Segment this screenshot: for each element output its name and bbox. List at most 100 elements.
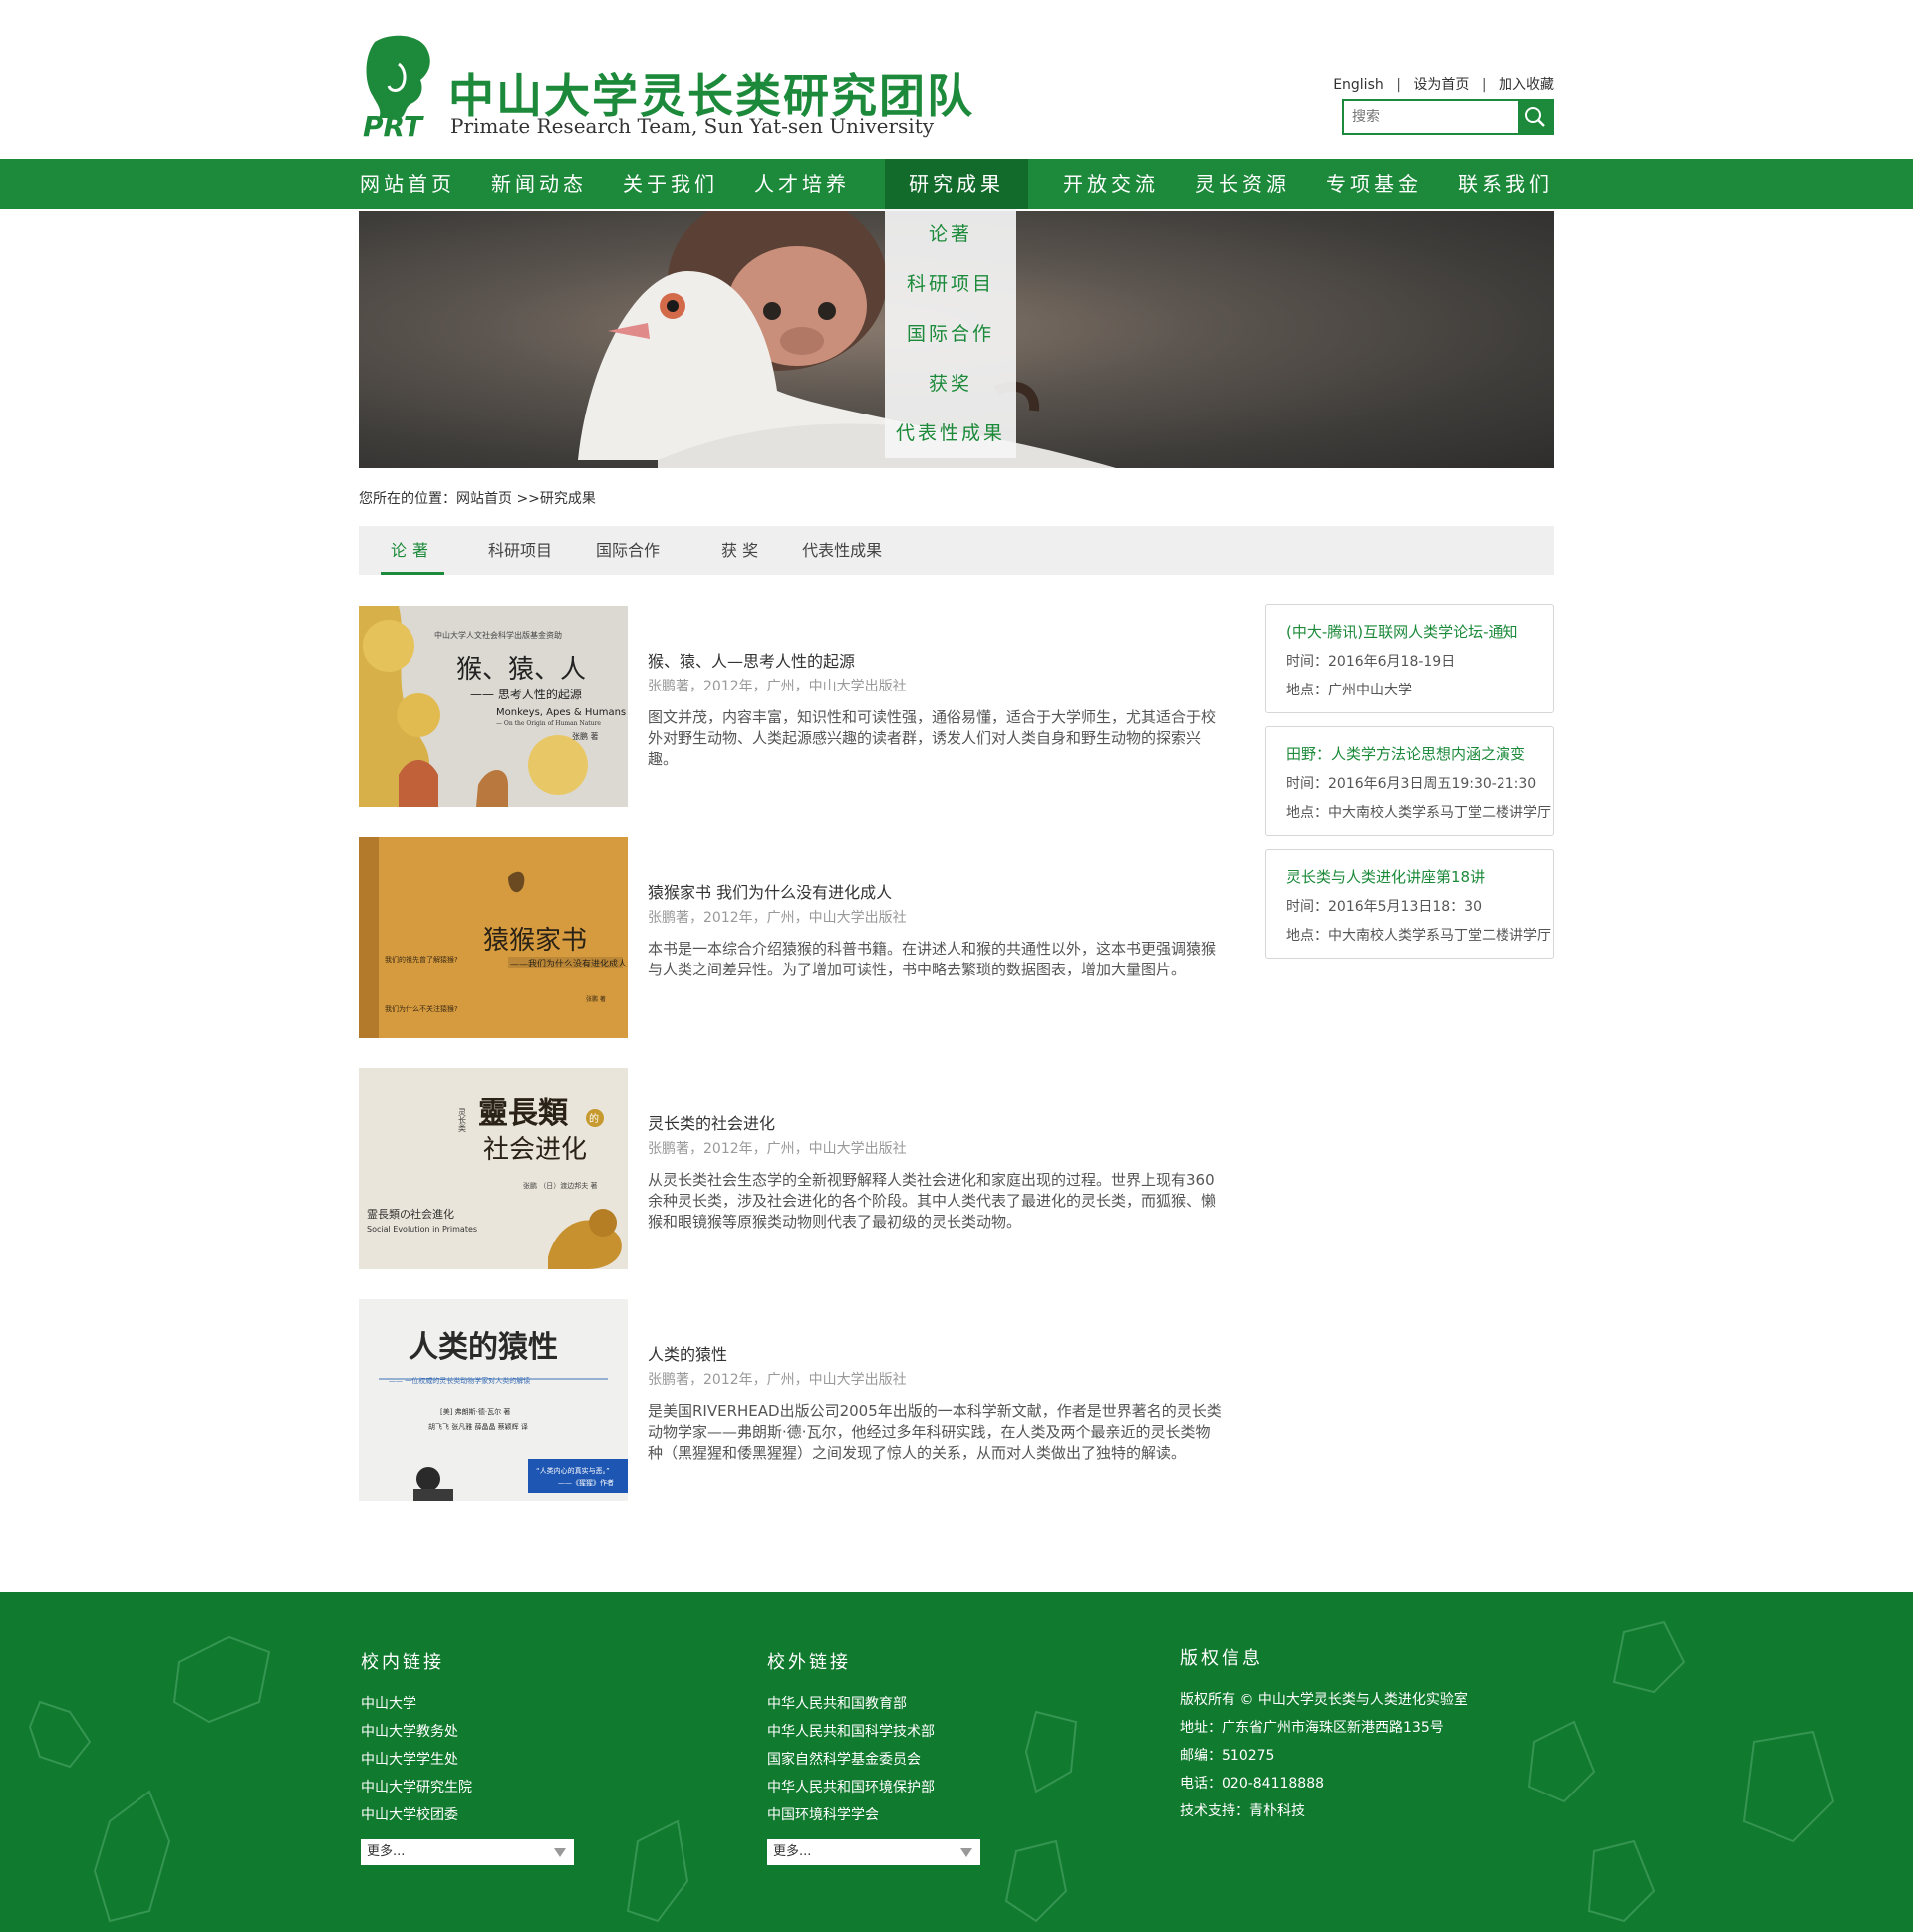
postcode-line: 邮编：510275 — [1180, 1748, 1275, 1764]
footer-link[interactable]: 中山大学教务处 — [361, 1718, 574, 1746]
events-sidebar: (中大-腾讯)互联网人类学论坛-通知 时间：2016年6月18-19日 地点：广… — [1265, 604, 1554, 1530]
cover-text: Monkeys, Apes & Humans — [496, 707, 626, 718]
book-meta: 张鹏著，2012年，广州，中山大学出版社 — [648, 910, 907, 926]
cover-text: 猿猴家书 — [483, 926, 587, 956]
main-content: 中山大学人文社会科学出版基金资助 猴、猿、人 —— 思考人性的起源 Monkey… — [359, 604, 1554, 1530]
nav-item-resources[interactable]: 灵长资源 — [1194, 159, 1291, 209]
footer-link[interactable]: 中山大学校团委 — [361, 1801, 574, 1829]
cover-text: 张鹏 著 — [572, 731, 599, 741]
logo-text: PRT — [363, 110, 424, 138]
search-input[interactable] — [1344, 101, 1518, 133]
nav-item-contact[interactable]: 联系我们 — [1457, 159, 1554, 209]
list-item: 中山大学人文社会科学出版基金资助 猴、猿、人 —— 思考人性的起源 Monkey… — [359, 606, 1222, 807]
footer-link[interactable]: 中山大学 — [361, 1690, 574, 1718]
research-dropdown: 论著 科研项目 国际合作 获奖 代表性成果 — [885, 209, 1016, 458]
chevron-down-icon — [960, 1848, 972, 1857]
cover-text: 的 — [589, 1112, 599, 1125]
cover-text: 胡飞飞 张凡雅 薛晶晶 蔡颖辉 译 — [428, 1422, 528, 1431]
list-item: 靈長類 的 社会进化 灵长类 张鹏 （日）渡边邦夫 著 霊長類の社会進化 Soc… — [359, 1068, 1222, 1269]
footer-campus-links: 校内链接 中山大学 中山大学教务处 中山大学学生处 中山大学研究生院 中山大学校… — [361, 1648, 574, 1865]
book-meta: 张鹏著，2012年，广州，中山大学出版社 — [648, 1141, 907, 1157]
nav-item-home[interactable]: 网站首页 — [359, 159, 456, 209]
footer-link[interactable]: 中华人民共和国教育部 — [767, 1690, 980, 1718]
nav-item-exchange[interactable]: 开放交流 — [1062, 159, 1160, 209]
footer-link[interactable]: 国家自然科学基金委员会 — [767, 1746, 980, 1774]
separator: | — [1396, 77, 1401, 93]
event-place: 地点：广州中山大学 — [1286, 683, 1412, 698]
book-cover[interactable]: 猿猴家书 ——我们为什么没有进化成人 我们的祖先曾了解猿猴? 我们为什么不关注猿… — [359, 837, 628, 1038]
campus-more-select[interactable]: 更多... — [361, 1839, 574, 1865]
english-link[interactable]: English — [1333, 77, 1384, 93]
tab-cooperation[interactable]: 国际合作 — [596, 526, 660, 575]
footer-link[interactable]: 中国环境科学学会 — [767, 1801, 980, 1829]
address-line: 地址：广东省广州市海珠区新港西路135号 — [1180, 1720, 1444, 1736]
set-homepage-link[interactable]: 设为首页 — [1413, 77, 1469, 93]
nav-item-about[interactable]: 关于我们 — [622, 159, 719, 209]
footer-link[interactable]: 中山大学研究生院 — [361, 1774, 574, 1801]
select-value: 更多... — [367, 1844, 406, 1859]
nav-item-fund[interactable]: 专项基金 — [1325, 159, 1423, 209]
book-info: 人类的猿性 张鹏著，2012年，广州，中山大学出版社 是美国RIVERHEAD出… — [648, 1299, 1222, 1501]
dropdown-item-awards[interactable]: 获奖 — [885, 359, 1016, 409]
cover-text: 人类的猿性 — [409, 1330, 558, 1365]
copyright-line: 版权所有 © 中山大学灵长类与人类进化实验室 — [1180, 1692, 1468, 1708]
event-card[interactable]: 田野：人类学方法论思想内涵之演变 时间：2016年6月3日周五19:30-21:… — [1265, 726, 1554, 836]
book-title[interactable]: 猴、猿、人—思考人性的起源 — [648, 648, 1222, 672]
event-place: 地点：中大南校人类学系马丁堂二楼讲学厅 — [1286, 805, 1551, 821]
site-subtitle: Primate Research Team, Sun Yat-sen Unive… — [450, 114, 935, 138]
event-title[interactable]: 灵长类与人类进化讲座第18讲 — [1286, 866, 1553, 887]
add-favorite-link[interactable]: 加入收藏 — [1499, 77, 1554, 93]
event-card[interactable]: 灵长类与人类进化讲座第18讲 时间：2016年5月13日18：30 地点：中大南… — [1265, 849, 1554, 959]
book-description: 是美国RIVERHEAD出版公司2005年出版的一本科学新文献，作者是世界著名的… — [648, 1402, 1222, 1462]
book-cover[interactable]: 靈長類 的 社会进化 灵长类 张鹏 （日）渡边邦夫 著 霊長類の社会進化 Soc… — [359, 1068, 628, 1269]
footer-heading: 校内链接 — [361, 1652, 444, 1673]
cover-text: Social Evolution in Primates — [367, 1225, 477, 1234]
book-title[interactable]: 人类的猿性 — [648, 1341, 1222, 1365]
logo-icon[interactable]: PRT — [361, 34, 440, 142]
book-info: 猴、猿、人—思考人性的起源 张鹏著，2012年，广州，中山大学出版社 图文并茂，… — [648, 606, 1222, 807]
cover-text: [美] 弗朗斯·德·瓦尔 著 — [440, 1407, 510, 1416]
cover-text: 中山大学人文社会科学出版基金资助 — [434, 630, 562, 640]
cover-text: 靈長類 — [478, 1096, 569, 1131]
cover-text: —— 思考人性的起源 — [470, 687, 582, 701]
nav-item-research[interactable]: 研究成果 论著 科研项目 国际合作 获奖 代表性成果 — [885, 159, 1028, 458]
event-time: 时间：2016年6月3日周五19:30-21:30 — [1286, 776, 1537, 792]
footer-heading: 校外链接 — [767, 1652, 851, 1673]
nav-item-news[interactable]: 新闻动态 — [490, 159, 588, 209]
book-title[interactable]: 猿猴家书 我们为什么没有进化成人 — [648, 879, 1222, 903]
event-title[interactable]: 田野：人类学方法论思想内涵之演变 — [1286, 743, 1553, 764]
book-description: 从灵长类社会生态学的全新视野解释人类社会进化和家庭出现的过程。世界上现有360余… — [648, 1171, 1217, 1231]
footer-link[interactable]: 中山大学学生处 — [361, 1746, 574, 1774]
tab-publications[interactable]: 论著 — [381, 526, 445, 575]
footer-link[interactable]: 中华人民共和国环境保护部 — [767, 1774, 980, 1801]
cover-text: — On the Origin of Human Nature — [496, 720, 601, 727]
dropdown-item-projects[interactable]: 科研项目 — [885, 259, 1016, 309]
book-cover[interactable]: 人类的猿性 —— 一位权威的灵长类动物学家对人类的解读 [美] 弗朗斯·德·瓦尔… — [359, 1299, 628, 1501]
dropdown-item-representative[interactable]: 代表性成果 — [885, 409, 1016, 458]
main-nav: 网站首页 新闻动态 关于我们 人才培养 研究成果 论著 科研项目 国际合作 获奖… — [0, 159, 1913, 458]
book-info: 猿猴家书 我们为什么没有进化成人 张鹏著，2012年，广州，中山大学出版社 本书… — [648, 837, 1222, 1038]
footer-copyright: 版权信息 版权所有 © 中山大学灵长类与人类进化实验室 地址：广东省广州市海珠区… — [1180, 1644, 1468, 1825]
external-more-select[interactable]: 更多... — [767, 1839, 980, 1865]
footer-external-links: 校外链接 中华人民共和国教育部 中华人民共和国科学技术部 国家自然科学基金委员会… — [767, 1648, 980, 1865]
tab-representative[interactable]: 代表性成果 — [802, 526, 882, 575]
event-place: 地点：中大南校人类学系马丁堂二楼讲学厅 — [1286, 928, 1551, 944]
dropdown-item-publications[interactable]: 论著 — [885, 209, 1016, 259]
book-description: 本书是一本综合介绍猿猴的科普书籍。在讲述人和猴的共通性以外，这本书更强调猿猴与人… — [648, 940, 1217, 978]
select-value: 更多... — [773, 1844, 812, 1859]
book-cover[interactable]: 中山大学人文社会科学出版基金资助 猴、猿、人 —— 思考人性的起源 Monkey… — [359, 606, 628, 807]
book-title[interactable]: 灵长类的社会进化 — [648, 1110, 1222, 1134]
cover-text: ——《猩猩》作者 — [558, 1478, 614, 1487]
tech-support-line[interactable]: 技术支持：青朴科技 — [1180, 1797, 1468, 1825]
nav-item-training[interactable]: 人才培养 — [753, 159, 851, 209]
event-card[interactable]: (中大-腾讯)互联网人类学论坛-通知 时间：2016年6月18-19日 地点：广… — [1265, 604, 1554, 713]
dropdown-item-cooperation[interactable]: 国际合作 — [885, 309, 1016, 359]
footer-link[interactable]: 中华人民共和国科学技术部 — [767, 1718, 980, 1746]
cover-text: 我们为什么不关注猿猴? — [385, 1004, 458, 1013]
tab-awards[interactable]: 获 奖 — [703, 526, 758, 575]
cover-text: 灵长类 — [458, 1108, 467, 1133]
tab-projects[interactable]: 科研项目 — [488, 526, 552, 575]
cover-text: ——我们为什么没有进化成人 — [510, 958, 627, 969]
event-title[interactable]: (中大-腾讯)互联网人类学论坛-通知 — [1286, 621, 1553, 642]
search-button[interactable] — [1518, 101, 1552, 133]
